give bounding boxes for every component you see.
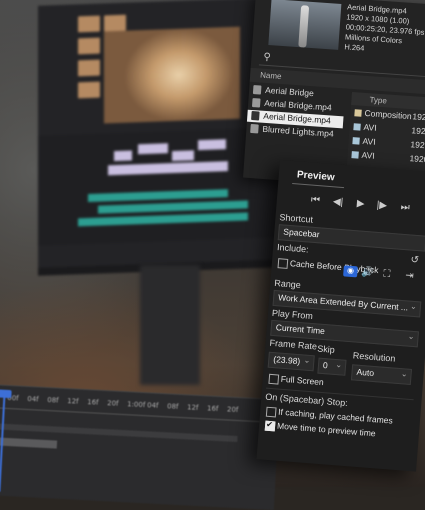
resolution-dropdown[interactable]: Auto ⌄: [350, 364, 413, 385]
label-color-swatch[interactable]: [353, 123, 361, 131]
label-color-swatch[interactable]: [351, 151, 359, 159]
clip-info: Aerial Bridge.mp4 1920 x 1080 (1.00) 00;…: [344, 2, 425, 57]
shortcut-label: Shortcut: [279, 212, 314, 225]
footage-icon: [251, 98, 261, 108]
resolution-value: 1920: [409, 153, 425, 165]
tick-label: 16f: [86, 398, 99, 407]
next-frame-button[interactable]: |▶: [376, 200, 387, 212]
play-button[interactable]: ▶: [356, 198, 365, 210]
composition-icon: [252, 85, 262, 95]
type-value: AVI: [363, 121, 377, 133]
tick-label: 20f: [226, 405, 239, 415]
preview-panel: Preview ⏮ ◀| ▶ |▶ ⏭ Shortcut Spacebar In…: [256, 160, 425, 472]
dropdown-value: 0: [322, 360, 329, 371]
skip-dropdown[interactable]: 0 ⌄: [317, 357, 347, 376]
audio-speaker-icon[interactable]: 🔊: [361, 267, 374, 279]
chevron-down-icon: ⌄: [400, 369, 408, 379]
label-color-swatch[interactable]: [352, 137, 360, 145]
playhead-handle[interactable]: [0, 389, 12, 399]
include-label: Include:: [276, 242, 309, 255]
timeline-ruler[interactable]: 00f 04f 08f 12f 16f 20f 1:00f 04f 08f 12…: [0, 392, 280, 424]
type-value: AVI: [362, 135, 377, 147]
timeline-panel: 00f 04f 08f 12f 16f 20f 1:00f 04f 08f 12…: [0, 384, 280, 510]
tick-label: 1:00f: [126, 400, 146, 410]
footage-icon: [251, 110, 260, 121]
dropdown-value: (23.98): [272, 354, 301, 367]
chevron-down-icon: ⌄: [407, 331, 415, 342]
first-frame-button[interactable]: ⏮: [311, 195, 321, 207]
resolution-value: 192: [411, 125, 425, 137]
if-caching-checkbox[interactable]: [265, 406, 277, 418]
dropdown-value: Current Time: [275, 322, 326, 337]
label-color-swatch[interactable]: [354, 109, 362, 117]
layer-bar[interactable]: [0, 437, 58, 449]
dropdown-value: Spacebar: [283, 226, 321, 240]
tick-label: 08f: [47, 396, 59, 405]
transport-controls: ⏮ ◀| ▶ |▶ ⏭: [310, 195, 425, 218]
search-icon: ⚲: [263, 51, 272, 64]
type-value: AVI: [361, 149, 376, 161]
move-time-label: Move time to preview time: [276, 420, 376, 439]
tick-label: 12f: [67, 397, 79, 406]
last-frame-button[interactable]: ⏭: [400, 202, 410, 214]
resolution-label: Resolution: [352, 350, 396, 364]
play-from-label: Play From: [271, 307, 314, 322]
chevron-down-icon: ⌄: [303, 355, 311, 365]
skip-label: Skip: [316, 343, 336, 355]
column-name[interactable]: Name: [260, 71, 282, 81]
tick-label: 20f: [106, 399, 119, 408]
tick-label: 12f: [186, 403, 199, 412]
tick-label: 04f: [146, 401, 159, 410]
type-value: Composition: [364, 107, 413, 122]
tick-label: 16f: [206, 404, 219, 413]
reset-icon[interactable]: ↺: [410, 255, 419, 267]
monitor-stand: [140, 265, 200, 385]
chevron-down-icon: ⌄: [409, 301, 418, 312]
range-label: Range: [273, 277, 302, 291]
dropdown-value: Auto: [356, 366, 375, 379]
overlay-icon[interactable]: ⛶: [383, 268, 391, 280]
panel-title: Preview: [296, 169, 336, 184]
clip-thumbnail: [268, 0, 342, 50]
include-options: ◉ 🔊 ⛶ ⇥: [331, 264, 425, 285]
frame-rate-dropdown[interactable]: (23.98) ⌄: [267, 351, 315, 372]
project-item-label: Aerial Bridge: [264, 84, 315, 99]
cache-checkbox[interactable]: [277, 258, 289, 269]
tick-label: 08f: [166, 402, 179, 411]
column-type[interactable]: Type: [369, 95, 387, 105]
frame-rate-label: Frame Rate: [269, 337, 318, 352]
full-screen-checkbox[interactable]: [268, 373, 280, 385]
chevron-down-icon: ⌄: [335, 359, 343, 370]
resolution-value: 1920: [410, 139, 425, 151]
footage-icon: [250, 123, 259, 134]
tick-label: 04f: [27, 394, 39, 404]
move-time-checkbox[interactable]: [264, 420, 276, 432]
title-underline: [292, 183, 345, 189]
program-monitor-preview: [104, 26, 240, 124]
video-eye-icon[interactable]: ◉: [343, 265, 358, 278]
full-screen-label: Full Screen: [280, 373, 325, 388]
previous-frame-button[interactable]: ◀|: [332, 196, 343, 208]
external-video-icon[interactable]: ⇥: [405, 270, 414, 282]
resolution-value: 192: [412, 111, 425, 123]
